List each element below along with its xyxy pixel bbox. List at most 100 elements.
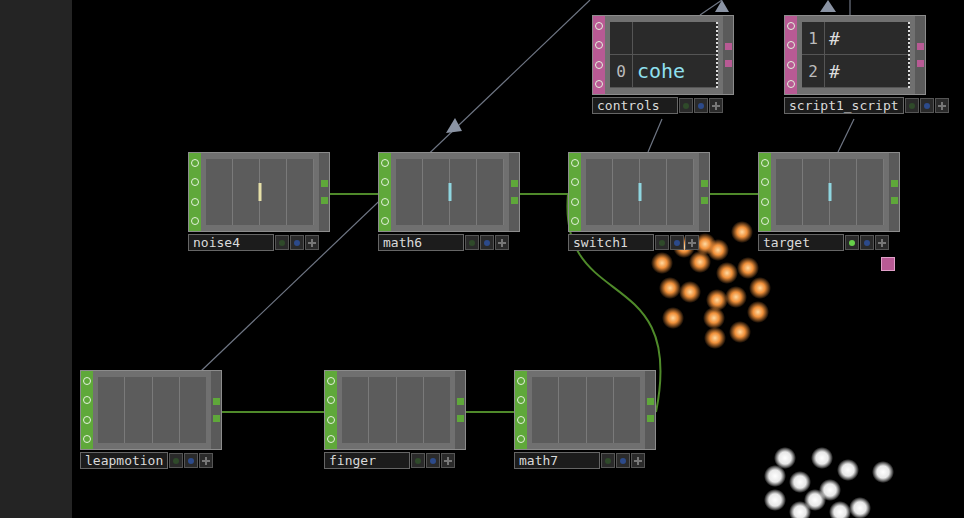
operator-node[interactable]: math7 <box>514 370 656 469</box>
node-tool-icon[interactable] <box>595 22 603 30</box>
clone-flag[interactable] <box>441 453 455 468</box>
node-label[interactable]: noise4 <box>188 234 274 251</box>
node-body[interactable]: 1#2# <box>784 15 926 95</box>
operator-node[interactable]: target <box>758 152 900 251</box>
node-tool-icon[interactable] <box>761 178 769 186</box>
clone-flag[interactable] <box>631 453 645 468</box>
node-body[interactable] <box>324 370 466 450</box>
node-tool-icon[interactable] <box>517 377 525 385</box>
node-tool-icon[interactable] <box>83 416 91 424</box>
display-flag[interactable] <box>670 235 684 250</box>
wire[interactable] <box>520 193 568 195</box>
node-tool-icon[interactable] <box>191 198 199 206</box>
wire[interactable] <box>710 193 758 195</box>
node-label[interactable]: switch1 <box>568 234 654 251</box>
node-tool-icon[interactable] <box>191 178 199 186</box>
wire[interactable] <box>330 193 378 195</box>
viewer-flag[interactable] <box>169 453 183 468</box>
viewer-flag[interactable] <box>679 98 693 113</box>
network-editor[interactable]: noise4 math6 switch1 target leapmotion finger… <box>0 0 964 518</box>
display-flag[interactable] <box>480 235 494 250</box>
output-port[interactable] <box>725 60 732 67</box>
output-port[interactable] <box>511 197 518 204</box>
node-tool-icon[interactable] <box>787 41 795 49</box>
node-tool-icon[interactable] <box>571 217 579 225</box>
node-tool-icon[interactable] <box>83 377 91 385</box>
node-tool-icon[interactable] <box>381 198 389 206</box>
node-label[interactable]: leapmotion <box>80 452 168 469</box>
node-body[interactable] <box>188 152 330 232</box>
node-tool-icon[interactable] <box>191 217 199 225</box>
viewer-flag[interactable] <box>275 235 289 250</box>
display-flag[interactable] <box>426 453 440 468</box>
operator-node[interactable]: noise4 <box>188 152 330 251</box>
operator-node[interactable]: leapmotion <box>80 370 222 469</box>
output-port[interactable] <box>647 398 654 405</box>
node-label[interactable]: target <box>758 234 844 251</box>
display-flag[interactable] <box>860 235 874 250</box>
output-port[interactable] <box>457 398 464 405</box>
node-tool-icon[interactable] <box>595 80 603 88</box>
output-port[interactable] <box>917 60 924 67</box>
output-port[interactable] <box>321 180 328 187</box>
output-port[interactable] <box>457 415 464 422</box>
node-tool-icon[interactable] <box>327 396 335 404</box>
node-body[interactable] <box>378 152 520 232</box>
viewer-flag[interactable] <box>845 235 859 250</box>
node-tool-icon[interactable] <box>327 435 335 443</box>
viewer-flag[interactable] <box>655 235 669 250</box>
output-port[interactable] <box>891 180 898 187</box>
operator-node[interactable]: 0cohecontrols <box>592 15 734 114</box>
viewer-flag[interactable] <box>465 235 479 250</box>
node-tool-icon[interactable] <box>787 80 795 88</box>
operator-node[interactable]: switch1 <box>568 152 710 251</box>
output-port[interactable] <box>917 43 924 50</box>
node-label[interactable]: finger <box>324 452 410 469</box>
node-tool-icon[interactable] <box>571 178 579 186</box>
display-flag[interactable] <box>694 98 708 113</box>
node-body[interactable] <box>568 152 710 232</box>
wire[interactable] <box>466 411 514 413</box>
operator-node[interactable]: 1#2# script1_script <box>784 15 926 114</box>
display-flag[interactable] <box>616 453 630 468</box>
node-tool-icon[interactable] <box>381 178 389 186</box>
viewer-flag[interactable] <box>905 98 919 113</box>
node-tool-icon[interactable] <box>595 41 603 49</box>
wire[interactable] <box>222 411 324 413</box>
output-port[interactable] <box>321 197 328 204</box>
clone-flag[interactable] <box>199 453 213 468</box>
node-tool-icon[interactable] <box>761 198 769 206</box>
operator-node[interactable]: finger <box>324 370 466 469</box>
clone-flag[interactable] <box>495 235 509 250</box>
node-body[interactable] <box>758 152 900 232</box>
output-port[interactable] <box>891 197 898 204</box>
export-marker-icon[interactable] <box>881 257 895 271</box>
node-tool-icon[interactable] <box>381 159 389 167</box>
node-tool-icon[interactable] <box>517 416 525 424</box>
output-port[interactable] <box>725 43 732 50</box>
node-label[interactable]: script1_script <box>784 97 904 114</box>
clone-flag[interactable] <box>875 235 889 250</box>
node-tool-icon[interactable] <box>327 416 335 424</box>
node-tool-icon[interactable] <box>83 396 91 404</box>
operator-node[interactable]: math6 <box>378 152 520 251</box>
node-body[interactable] <box>80 370 222 450</box>
node-label[interactable]: math7 <box>514 452 600 469</box>
node-tool-icon[interactable] <box>761 159 769 167</box>
node-tool-icon[interactable] <box>787 61 795 69</box>
viewer-flag[interactable] <box>601 453 615 468</box>
viewer-flag[interactable] <box>411 453 425 468</box>
node-tool-icon[interactable] <box>327 377 335 385</box>
output-port[interactable] <box>647 415 654 422</box>
node-tool-icon[interactable] <box>517 396 525 404</box>
node-tool-icon[interactable] <box>571 198 579 206</box>
node-tool-icon[interactable] <box>571 159 579 167</box>
node-tool-icon[interactable] <box>381 217 389 225</box>
display-flag[interactable] <box>290 235 304 250</box>
clone-flag[interactable] <box>935 98 949 113</box>
node-tool-icon[interactable] <box>787 22 795 30</box>
node-body[interactable] <box>514 370 656 450</box>
output-port[interactable] <box>701 180 708 187</box>
output-port[interactable] <box>511 180 518 187</box>
display-flag[interactable] <box>920 98 934 113</box>
